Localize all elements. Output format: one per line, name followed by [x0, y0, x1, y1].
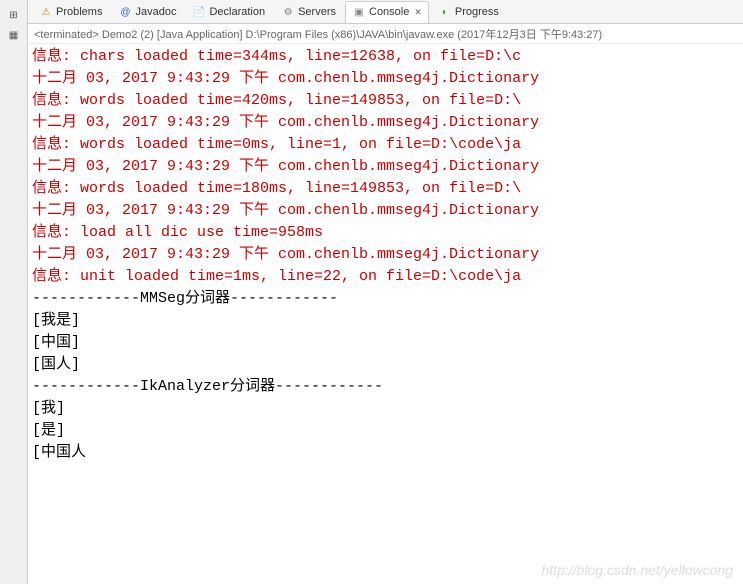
- toolbar-icon-2[interactable]: ▦: [4, 26, 24, 44]
- tab-label: Declaration: [209, 6, 265, 18]
- problems-icon: ⚠: [39, 5, 53, 19]
- console-line: 十二月 03, 2017 9:43:29 下午 com.chenlb.mmseg…: [32, 200, 739, 222]
- console-line: 信息: load all dic use time=958ms: [32, 222, 739, 244]
- console-line: [中国]: [32, 332, 739, 354]
- console-icon: ▣: [352, 5, 366, 19]
- tab-label: Progress: [455, 6, 499, 18]
- console-line: ------------MMSeg分词器------------: [32, 288, 739, 310]
- console-line: [国人]: [32, 354, 739, 376]
- console-line: 信息: unit loaded time=1ms, line=22, on fi…: [32, 266, 739, 288]
- console-line: 信息: words loaded time=180ms, line=149853…: [32, 178, 739, 200]
- tab-declaration[interactable]: 📄Declaration: [185, 1, 272, 23]
- console-line: 十二月 03, 2017 9:43:29 下午 com.chenlb.mmseg…: [32, 68, 739, 90]
- console-output: 信息: chars loaded time=344ms, line=12638,…: [28, 44, 743, 466]
- tab-label: Servers: [298, 6, 336, 18]
- progress-icon: ◐: [438, 5, 452, 19]
- console-line: 十二月 03, 2017 9:43:29 下午 com.chenlb.mmseg…: [32, 156, 739, 178]
- console-line: 十二月 03, 2017 9:43:29 下午 com.chenlb.mmseg…: [32, 112, 739, 134]
- toolbar-icon-1[interactable]: ⊞: [4, 6, 24, 24]
- console-line: ------------IkAnalyzer分词器------------: [32, 376, 739, 398]
- tab-label: Javadoc: [135, 6, 176, 18]
- terminated-status: <terminated> Demo2 (2) [Java Application…: [28, 24, 743, 44]
- tab-javadoc[interactable]: @Javadoc: [111, 1, 183, 23]
- main-panel: ⚠Problems@Javadoc📄Declaration⚙Servers▣Co…: [28, 0, 743, 584]
- tab-label: Problems: [56, 6, 102, 18]
- view-tabs: ⚠Problems@Javadoc📄Declaration⚙Servers▣Co…: [28, 0, 743, 24]
- console-line: 十二月 03, 2017 9:43:29 下午 com.chenlb.mmseg…: [32, 244, 739, 266]
- tab-console[interactable]: ▣Console ✕: [345, 1, 429, 23]
- tab-servers[interactable]: ⚙Servers: [274, 1, 343, 23]
- left-toolbar: ⊞ ▦: [0, 0, 28, 584]
- close-icon[interactable]: ✕: [414, 7, 422, 18]
- console-line: 信息: words loaded time=420ms, line=149853…: [32, 90, 739, 112]
- tab-problems[interactable]: ⚠Problems: [32, 1, 109, 23]
- console-line: [我]: [32, 398, 739, 420]
- javadoc-icon: @: [118, 5, 132, 19]
- declaration-icon: 📄: [192, 5, 206, 19]
- console-line: [我是]: [32, 310, 739, 332]
- tab-label: Console: [369, 6, 409, 18]
- console-line: 信息: words loaded time=0ms, line=1, on fi…: [32, 134, 739, 156]
- tab-progress[interactable]: ◐Progress: [431, 1, 506, 23]
- console-line: [中国人: [32, 442, 739, 464]
- console-line: 信息: chars loaded time=344ms, line=12638,…: [32, 46, 739, 68]
- console-line: [是]: [32, 420, 739, 442]
- servers-icon: ⚙: [281, 5, 295, 19]
